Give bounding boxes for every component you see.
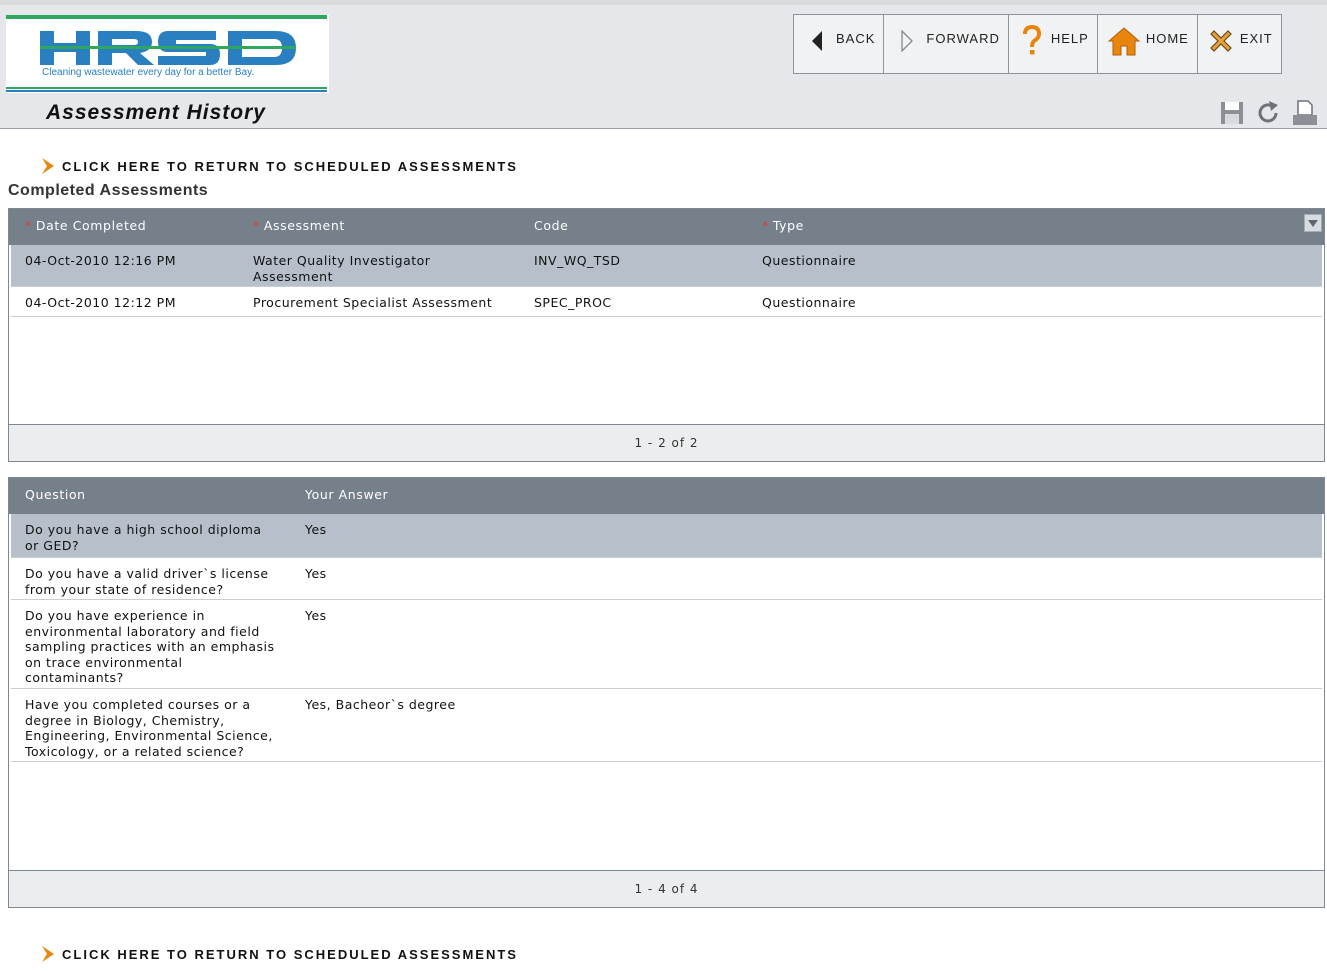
- home-icon: [1107, 25, 1140, 57]
- cell-answer: Yes: [305, 522, 327, 537]
- help-label: HELP: [1050, 31, 1089, 46]
- table-row[interactable]: 04-Oct-2010 12:16 PM Water Quality Inves…: [11, 245, 1322, 287]
- cell-code: INV_WQ_TSD: [534, 253, 621, 268]
- page-tools: [1218, 99, 1318, 127]
- logo-stripe-blue: [6, 90, 327, 92]
- home-label: HOME: [1145, 31, 1189, 46]
- table-row[interactable]: Have you completed courses or a degree in…: [11, 689, 1322, 762]
- column-menu-button[interactable]: [1304, 214, 1322, 232]
- save-icon[interactable]: [1218, 99, 1246, 127]
- return-to-scheduled-link-top[interactable]: CLICK HERE TO RETURN TO SCHEDULED ASSESS…: [40, 157, 518, 175]
- logo-stripe-green: [6, 87, 327, 89]
- back-button[interactable]: BACK: [794, 15, 885, 73]
- refresh-icon[interactable]: [1254, 99, 1282, 127]
- chevron-down-icon: [1308, 219, 1318, 227]
- table-row[interactable]: Do you have a high school diploma or GED?…: [11, 514, 1322, 558]
- cell-answer: Yes: [305, 608, 327, 623]
- logo-stripe-top: [6, 15, 327, 19]
- cell-question: Have you completed courses or a degree in…: [25, 697, 273, 759]
- exit-button[interactable]: EXIT: [1198, 15, 1281, 73]
- col-header-assessment[interactable]: * Assessment: [253, 218, 345, 233]
- forward-button[interactable]: FORWARD: [884, 15, 1009, 73]
- cell-type: Questionnaire: [762, 253, 857, 268]
- col-header-answer[interactable]: Your Answer: [305, 487, 388, 502]
- page-title: Assessment History: [46, 101, 266, 124]
- forward-label: FORWARD: [926, 31, 1000, 46]
- header-bar: Cleaning wastewater every day for a bett…: [0, 0, 1327, 129]
- completed-assessments-grid: * Date Completed * Assessment Code * Type 0…: [8, 208, 1325, 462]
- cell-type: Questionnaire: [762, 295, 857, 310]
- exit-label: EXIT: [1239, 31, 1273, 46]
- pager-status: 1 - 2 of 2: [9, 424, 1324, 461]
- exit-x-icon: [1208, 25, 1234, 57]
- table-row[interactable]: 04-Oct-2010 12:12 PM Procurement Special…: [11, 287, 1322, 317]
- hrsd-logo-mark: [40, 31, 296, 65]
- back-arrow-icon: [804, 25, 830, 57]
- cell-code: SPEC_PROC: [534, 295, 612, 310]
- grid-header: * Date Completed * Assessment Code * Type: [9, 209, 1324, 245]
- return-link-label: CLICK HERE TO RETURN TO SCHEDULED ASSESS…: [62, 946, 518, 962]
- table-row[interactable]: Do you have experience in environmental l…: [11, 600, 1322, 689]
- section-title-completed: Completed Assessments: [8, 182, 209, 199]
- print-icon[interactable]: [1290, 99, 1318, 127]
- col-header-date[interactable]: * Date Completed: [25, 218, 146, 233]
- col-header-question[interactable]: Question: [25, 487, 86, 502]
- cell-date: 04-Oct-2010 12:12 PM: [25, 295, 176, 310]
- cell-answer: Yes: [305, 566, 327, 581]
- return-link-label: CLICK HERE TO RETURN TO SCHEDULED ASSESS…: [62, 158, 518, 174]
- answers-grid: Question Your Answer Do you have a high …: [8, 477, 1325, 908]
- nav-toolbar: BACK FORWARD HELP HOME EXIT: [793, 14, 1282, 74]
- help-button[interactable]: HELP: [1009, 15, 1098, 73]
- hrsd-logo[interactable]: Cleaning wastewater every day for a bett…: [6, 15, 329, 93]
- table-row[interactable]: Do you have a valid driver`s license from…: [11, 558, 1322, 600]
- cell-question: Do you have a high school diploma or GED?: [25, 522, 262, 553]
- back-label: BACK: [836, 31, 876, 46]
- pager-status: 1 - 4 of 4: [9, 870, 1324, 907]
- cell-answer: Yes, Bacheor`s degree: [305, 697, 456, 712]
- col-header-type[interactable]: * Type: [762, 218, 804, 233]
- return-to-scheduled-link-bottom[interactable]: CLICK HERE TO RETURN TO SCHEDULED ASSESS…: [40, 945, 518, 963]
- grid-header: Question Your Answer: [9, 478, 1324, 514]
- cell-question: Do you have experience in environmental l…: [25, 608, 275, 685]
- question-mark-icon: [1019, 25, 1045, 57]
- orange-arrow-icon: [42, 158, 54, 174]
- home-button[interactable]: HOME: [1098, 15, 1198, 73]
- cell-date: 04-Oct-2010 12:16 PM: [25, 253, 176, 268]
- forward-arrow-icon: [894, 25, 920, 57]
- cell-question: Do you have a valid driver`s license from…: [25, 566, 269, 597]
- cell-assessment: Procurement Specialist Assessment: [253, 295, 493, 310]
- col-header-code[interactable]: Code: [534, 218, 568, 233]
- logo-tagline: Cleaning wastewater every day for a bett…: [42, 67, 255, 78]
- orange-arrow-icon: [42, 946, 54, 962]
- cell-assessment: Water Quality Investigator Assessment: [253, 253, 431, 284]
